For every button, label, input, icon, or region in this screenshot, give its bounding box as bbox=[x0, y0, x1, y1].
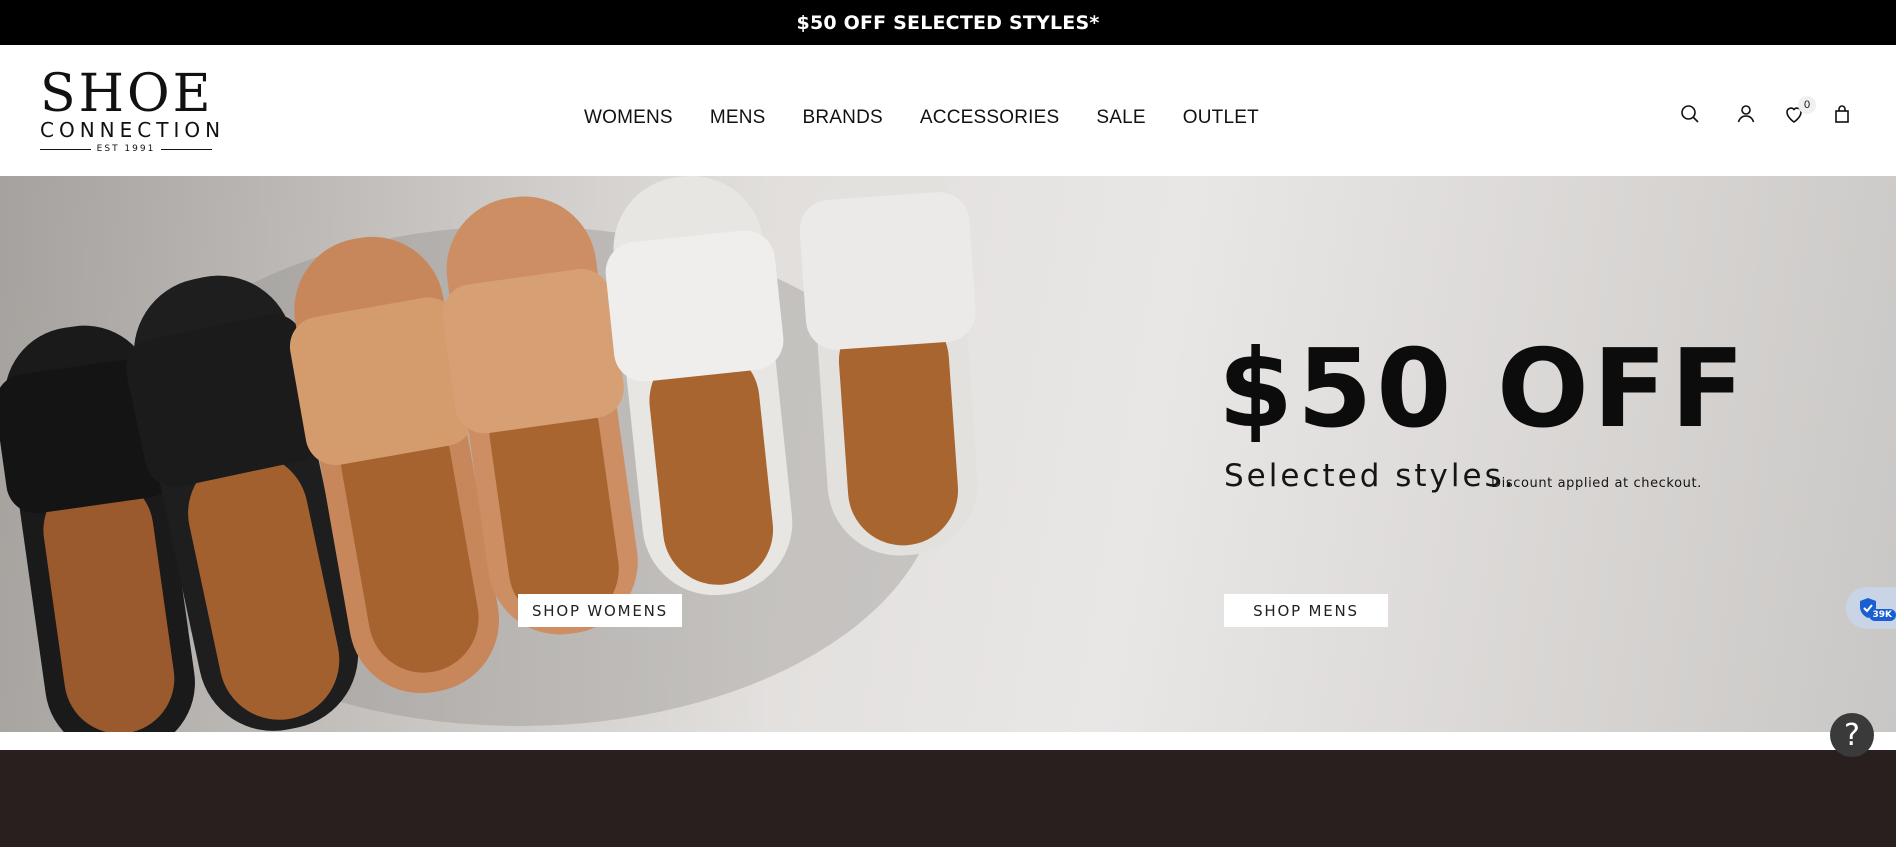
nav-item-mens[interactable]: MENS bbox=[710, 107, 766, 129]
announcement-bar[interactable]: $50 OFF SELECTED STYLES* bbox=[0, 0, 1896, 45]
header-icons: 0 bbox=[1636, 96, 1896, 132]
logo-line1: SHOE bbox=[40, 64, 214, 124]
hero-sandals-image bbox=[0, 176, 978, 732]
help-icon: ? bbox=[1844, 717, 1860, 753]
heart-icon[interactable]: 0 bbox=[1782, 96, 1816, 126]
site-logo[interactable]: SHOE CONNECTION EST 1991 bbox=[40, 64, 226, 155]
search-icon[interactable] bbox=[1678, 102, 1702, 126]
nav-item-brands[interactable]: BRANDS bbox=[803, 107, 883, 129]
shop-womens-button[interactable]: SHOP WOMENS bbox=[518, 594, 682, 627]
shop-mens-button[interactable]: SHOP MENS bbox=[1224, 594, 1388, 627]
logo-line3: EST 1991 bbox=[40, 144, 212, 154]
shield-badge: 39K bbox=[1868, 609, 1896, 621]
wishlist-count: 0 bbox=[1798, 96, 1816, 114]
nav-item-accessories[interactable]: ACCESSORIES bbox=[920, 107, 1059, 129]
bag-icon[interactable] bbox=[1830, 102, 1854, 126]
hero-title: $50 OFF bbox=[1218, 327, 1749, 452]
site-header: SHOE CONNECTION EST 1991 WOMENS MENS BRA… bbox=[0, 45, 1896, 176]
trust-shield-widget[interactable]: 39K bbox=[1846, 587, 1896, 629]
nav-item-sale[interactable]: SALE bbox=[1096, 107, 1145, 129]
user-icon[interactable] bbox=[1734, 102, 1758, 126]
hero-note: Discount applied at checkout. bbox=[1491, 476, 1702, 491]
hero-subtitle: Selected styles. bbox=[1224, 458, 1517, 494]
hero-bottom-spacer bbox=[0, 732, 1896, 750]
help-chat-button[interactable]: ? bbox=[1830, 713, 1874, 757]
nav-item-outlet[interactable]: OUTLET bbox=[1183, 107, 1259, 129]
logo-line2: CONNECTION bbox=[40, 118, 226, 142]
main-nav: WOMENS MENS BRANDS ACCESSORIES SALE OUTL… bbox=[584, 107, 1296, 129]
dark-section-band bbox=[0, 750, 1896, 847]
announcement-text[interactable]: $50 OFF SELECTED STYLES* bbox=[797, 12, 1100, 34]
nav-item-womens[interactable]: WOMENS bbox=[584, 107, 673, 129]
hero-banner[interactable]: $50 OFF Selected styles. Discount applie… bbox=[0, 176, 1896, 732]
